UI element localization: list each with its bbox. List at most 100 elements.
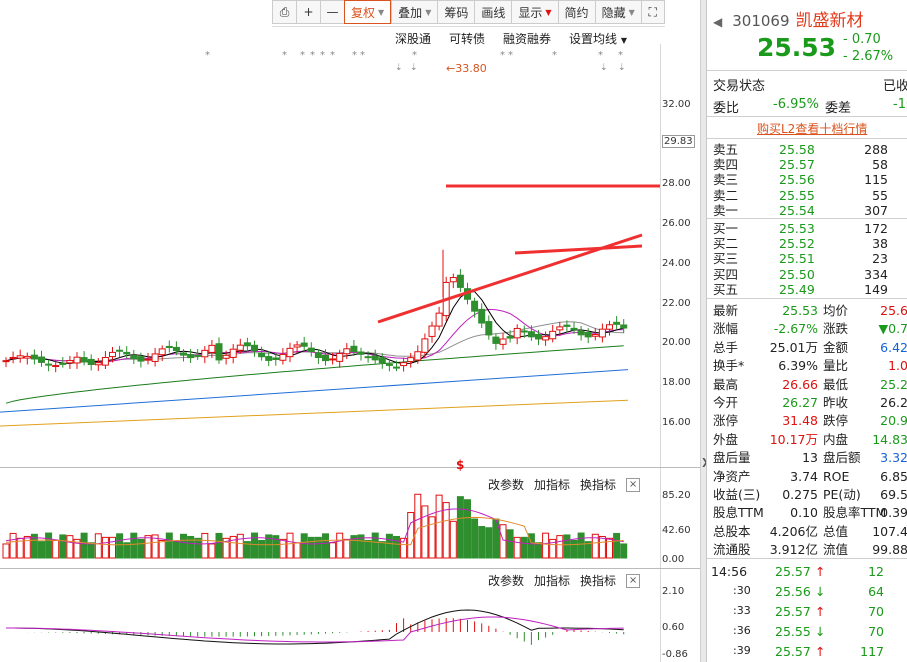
volume-bar: [613, 532, 621, 559]
event-star-icon: *: [552, 50, 557, 61]
buy-l2-link[interactable]: 购买L2查看十档行情: [757, 120, 867, 137]
tick-price: 25.55: [775, 624, 811, 639]
volume-bar: [485, 527, 493, 559]
asks-row[interactable]: 卖五 25.58 288: [713, 142, 907, 157]
chart-area[interactable]: ⎙ + — 复权 ▼ 叠加 ▼ 筹码 画线 显示 ▼ 简约 隐藏 ▼ ⛶ 深股通 可转债…: [0, 0, 700, 662]
asks-label: 卖一: [713, 202, 739, 218]
close-icon[interactable]: ×: [626, 573, 641, 588]
candle-body: [520, 330, 528, 333]
close-icon[interactable]: ×: [626, 477, 641, 492]
asks-label: 卖三: [713, 172, 739, 188]
candle-body: [371, 355, 379, 361]
draw-line-button[interactable]: 画线: [474, 0, 512, 24]
volume-edit-params[interactable]: 改参数: [488, 476, 524, 493]
stat-value: 26.2: [880, 395, 907, 410]
adjust-price-button[interactable]: 复权 ▼: [344, 0, 392, 24]
hide-label: 隐藏: [601, 5, 626, 20]
stat-value: 25.2: [880, 376, 907, 392]
asks-price: 25.58: [779, 142, 815, 157]
stat-row: 股息TTM 0.10 股息率TTM 0.39: [713, 504, 907, 522]
macd-switch-indicator[interactable]: 换指标: [580, 572, 616, 589]
volume-marker: $: [456, 458, 465, 472]
volume-bar: [520, 536, 528, 559]
stat-row: 收益(三) 0.275 PE(动) 69.5: [713, 486, 907, 504]
bids-label: 买一: [713, 221, 739, 236]
hide-button[interactable]: 隐藏 ▼: [594, 0, 641, 24]
asks-row[interactable]: 卖四 25.57 58: [713, 157, 907, 172]
asks-label: 卖四: [713, 157, 739, 173]
stat-value: 0.10: [790, 505, 818, 521]
candle-body: [137, 356, 145, 362]
volume-bar: [66, 535, 74, 559]
stat-label: 换手*: [713, 358, 745, 374]
volume-bar: [577, 532, 585, 559]
candle-body: [613, 321, 621, 325]
display-button[interactable]: 显示 ▼: [511, 0, 558, 24]
overlay-button[interactable]: 叠加 ▼: [391, 0, 438, 24]
bids-row[interactable]: 买三 25.51 23: [713, 251, 907, 266]
candle-body: [52, 365, 60, 368]
macd-chart[interactable]: [0, 590, 660, 662]
event-star-icon: *: [310, 50, 315, 61]
high-price-marker: ←33.80: [446, 62, 487, 75]
back-arrow-icon[interactable]: ◀: [713, 15, 722, 29]
candle-body: [513, 327, 521, 339]
stat-row: 流通股 3.912亿 流值 99.88: [713, 541, 907, 559]
candle-body: [563, 324, 571, 327]
stat-label: 总股本: [713, 523, 751, 539]
stat-value: 14.83: [872, 431, 907, 447]
candle-body: [556, 326, 564, 331]
macd-add-indicator[interactable]: 加指标: [534, 572, 570, 589]
volume-switch-indicator[interactable]: 换指标: [580, 476, 616, 493]
price-axis-label: 32.00: [662, 99, 691, 110]
simple-button[interactable]: 简约: [557, 0, 595, 24]
stat-label: 股息率TTM: [823, 505, 887, 521]
volume-bar: [499, 524, 507, 559]
stat-row: 最新 25.53 均价 25.6: [713, 302, 907, 320]
bids-row[interactable]: 买四 25.50 334: [713, 267, 907, 282]
chips-button[interactable]: 筹码: [437, 0, 475, 24]
event-star-icon: *: [205, 50, 210, 61]
volume-add-indicator[interactable]: 加指标: [534, 476, 570, 493]
bids-row[interactable]: 买一 25.53 172: [713, 221, 907, 236]
volume-bar: [442, 502, 450, 559]
bids-row[interactable]: 买二 25.52 38: [713, 236, 907, 251]
candle-body: [23, 355, 31, 359]
volume-chart[interactable]: [0, 492, 660, 567]
candle-body: [80, 357, 88, 363]
tick-time: :39: [733, 644, 751, 657]
chevron-down-icon: ▼: [378, 7, 385, 17]
candle-body: [414, 351, 422, 361]
candle-body: [336, 353, 344, 362]
candle-body: [94, 362, 102, 366]
order-ratio-label: 委比: [713, 101, 740, 116]
candle-body: [400, 362, 408, 367]
asks-row[interactable]: 卖一 25.54 307: [713, 203, 907, 218]
zoom-out-button[interactable]: —: [320, 0, 344, 24]
candle-body: [165, 345, 173, 349]
tick-row: :33 25.57 ↑ 70: [711, 604, 906, 622]
stat-value: 3.32: [880, 450, 907, 466]
asks-row[interactable]: 卖三 25.56 115: [713, 172, 907, 187]
tick-row: 14:56 25.57 ↑ 12: [711, 564, 906, 582]
stock-header: ◀ 301069 凯盛新材: [713, 6, 864, 31]
support-line: [514, 244, 643, 255]
tick-direction-icon: ↓: [815, 624, 826, 639]
macd-edit-params[interactable]: 改参数: [488, 572, 524, 589]
asks-row[interactable]: 卖二 25.55 55: [713, 188, 907, 203]
stat-value: 1.0: [888, 358, 907, 374]
candle-body: [222, 354, 230, 359]
volume-bar: [407, 512, 415, 559]
lock-icon[interactable]: ⎙: [272, 0, 296, 24]
fullscreen-icon[interactable]: ⛶: [640, 0, 665, 24]
panel-separator: [0, 467, 700, 468]
candlestick-chart[interactable]: * * * * * * * * * * * * * *⇣ ⇣ ⇣ ⇣: [0, 44, 660, 464]
trade-status-row: 交易状态 已收: [713, 75, 907, 94]
divider: [707, 116, 907, 117]
candle-body: [343, 348, 351, 355]
adjust-price-label: 复权: [351, 5, 376, 20]
zoom-in-button[interactable]: +: [296, 0, 320, 24]
bids-row[interactable]: 买五 25.49 149: [713, 282, 907, 297]
stat-label: 总手: [713, 339, 739, 355]
divider: [707, 218, 907, 219]
